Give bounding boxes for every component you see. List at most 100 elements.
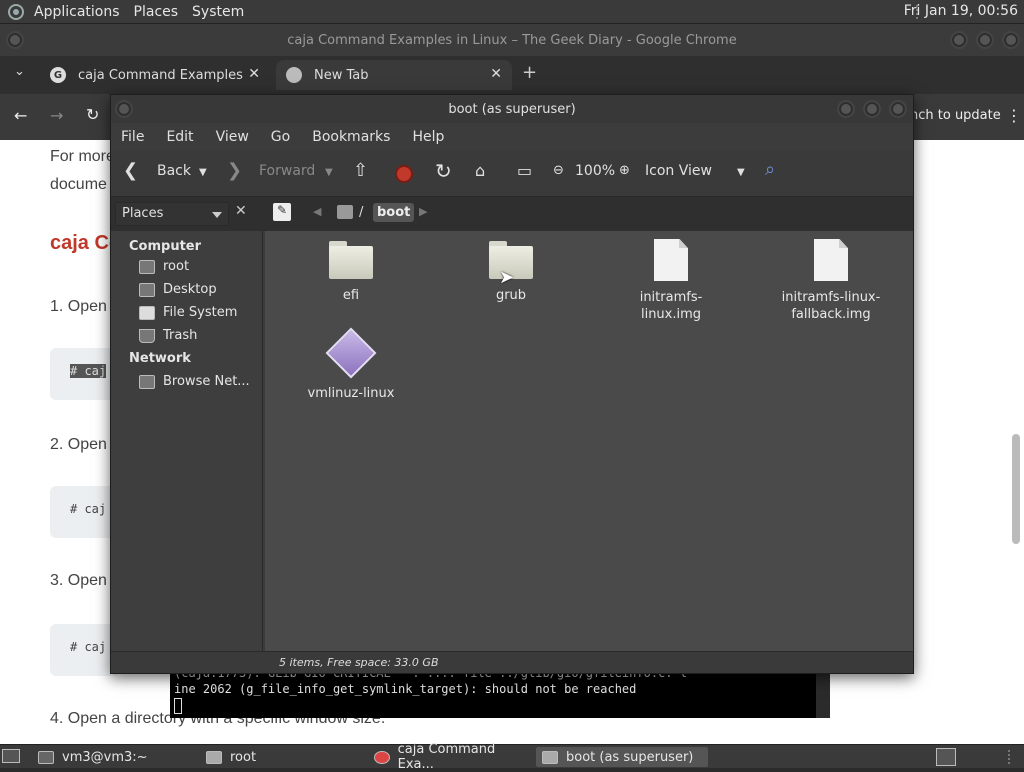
file-icon-view[interactable]: efi grub initramfs-linux.img initramfs-l… [265, 231, 913, 651]
places-menu[interactable]: Places [134, 4, 179, 20]
maximize-icon[interactable] [976, 31, 994, 49]
forward-arrow-icon[interactable]: ❯ [227, 160, 242, 181]
trash-icon [139, 328, 155, 343]
tab-search-icon[interactable]: ⌄ [14, 64, 25, 79]
forward-arrow-icon[interactable]: → [50, 106, 63, 125]
close-tab-icon[interactable]: ✕ [490, 66, 502, 82]
task-caja-boot[interactable]: boot (as superuser) [536, 747, 708, 767]
network-icon [139, 374, 155, 389]
menu-help[interactable]: Help [412, 129, 444, 145]
view-mode-select[interactable]: Icon View [645, 163, 712, 179]
back-history-dropdown-icon[interactable]: ▼ [199, 167, 207, 178]
sidebar-item-trash[interactable]: Trash [139, 328, 197, 343]
panel-grip [1008, 750, 1012, 764]
zoom-in-icon[interactable]: ⊕ [619, 163, 630, 178]
stop-icon[interactable] [395, 165, 413, 183]
file-name: vmlinuz-linux [307, 386, 395, 401]
tab-label: caja Command Examples in L [78, 67, 246, 83]
task-root-folder[interactable]: root [200, 747, 364, 767]
menu-edit[interactable]: Edit [166, 129, 193, 145]
new-tab-icon[interactable]: + [522, 62, 537, 83]
clock[interactable]: Fri Jan 19, 00:56 [904, 3, 1018, 19]
home-folder-icon [139, 259, 155, 274]
task-terminal[interactable]: vm3@vm3:~ [32, 747, 196, 767]
reload-icon[interactable]: ↻ [86, 105, 99, 124]
chrome-icon [286, 67, 302, 83]
top-panel: Applications Places System Fri Jan 19, 0… [0, 0, 1024, 24]
update-button[interactable]: nch to update [910, 108, 1001, 123]
up-icon[interactable]: ⇧ [353, 160, 368, 181]
zoom-out-icon[interactable]: ⊖ [553, 163, 564, 178]
file-item-initramfs-linux-fallback[interactable]: initramfs-linux-fallback.img [771, 239, 891, 323]
terminal-window[interactable]: (caja:1773): GLib-GIO-CRITICAL **: ...: … [170, 666, 830, 718]
terminal-scrollbar[interactable] [816, 670, 830, 718]
sidebar-heading-network: Network [129, 351, 191, 366]
bottom-panel: vm3@vm3:~ root caja Command Exa... boot … [0, 742, 1024, 772]
desktop-folder-icon [139, 282, 155, 297]
path-left-arrow-icon[interactable]: ◀ [313, 205, 321, 218]
tab-new-tab[interactable]: New Tab ✕ [276, 60, 512, 90]
geek-diary-favicon-icon: G [50, 67, 66, 83]
places-sidebar: Computer root Desktop File System Trash … [111, 231, 263, 651]
minimize-icon[interactable] [950, 31, 968, 49]
task-chrome[interactable]: caja Command Exa... [368, 742, 532, 772]
show-desktop-icon[interactable] [2, 749, 20, 763]
window-menu-icon[interactable] [6, 31, 24, 49]
close-icon[interactable] [1002, 31, 1020, 49]
forward-button[interactable]: Forward [259, 163, 315, 179]
sidebar-item-file-system[interactable]: File System [139, 305, 237, 320]
system-menu[interactable]: System [192, 4, 244, 20]
tab-caja-article[interactable]: G caja Command Examples in L ✕ [40, 60, 270, 90]
forward-history-dropdown-icon[interactable]: ▼ [325, 167, 333, 178]
status-bar-left [111, 651, 265, 673]
close-icon[interactable] [889, 100, 907, 118]
maximize-icon[interactable] [863, 100, 881, 118]
zoom-level[interactable]: 100% [575, 163, 615, 179]
close-sidebar-icon[interactable]: ✕ [235, 203, 247, 219]
edit-location-icon[interactable]: ✎ [273, 203, 291, 221]
drive-icon[interactable] [337, 205, 353, 219]
workspace-switcher[interactable] [936, 748, 956, 766]
caja-titlebar[interactable]: boot (as superuser) [111, 95, 913, 123]
terminal-icon [38, 750, 54, 764]
menu-go[interactable]: Go [271, 129, 290, 145]
mate-logo-icon[interactable] [8, 3, 24, 20]
computer-icon[interactable]: ▭ [517, 161, 532, 180]
menu-file[interactable]: File [121, 129, 144, 145]
drive-icon [139, 305, 155, 320]
page-scrollbar[interactable] [1012, 434, 1020, 544]
chrome-menu-icon[interactable]: ⋮ [1006, 106, 1022, 125]
window-menu-icon[interactable] [115, 100, 133, 118]
path-root[interactable]: / [359, 205, 363, 220]
file-icon [654, 239, 688, 281]
mouse-pointer-icon: ➤ [499, 267, 515, 288]
terminal-cursor [174, 698, 182, 714]
kernel-image-icon [325, 327, 377, 379]
sidebar-item-root[interactable]: root [139, 259, 189, 274]
sidebar-item-browse-network[interactable]: Browse Net... [139, 374, 250, 389]
chrome-tabbar: ⌄ G caja Command Examples in L ✕ New Tab… [0, 56, 1024, 94]
back-arrow-icon[interactable]: ← [14, 106, 27, 125]
minimize-icon[interactable] [837, 100, 855, 118]
path-current-button[interactable]: boot [373, 203, 415, 222]
back-arrow-icon[interactable]: ❮ [123, 160, 138, 181]
sidebar-type-select[interactable]: Places [115, 202, 229, 226]
path-right-arrow-icon[interactable]: ▶ [419, 205, 427, 218]
folder-icon [206, 750, 222, 764]
view-mode-dropdown-icon[interactable]: ▼ [737, 167, 745, 178]
sidebar-item-desktop[interactable]: Desktop [139, 282, 217, 297]
file-item-efi[interactable]: efi [291, 241, 411, 304]
close-tab-icon[interactable]: ✕ [248, 66, 260, 82]
reload-icon[interactable]: ↻ [435, 159, 452, 183]
file-item-initramfs-linux[interactable]: initramfs-linux.img [611, 239, 731, 323]
menu-view[interactable]: View [216, 129, 249, 145]
search-icon[interactable]: ⌕ [765, 159, 775, 180]
file-name: initramfs-linux-fallback.img [781, 290, 881, 322]
back-button[interactable]: Back [157, 163, 191, 179]
page-text: 2. Open [50, 436, 107, 453]
home-folder-icon[interactable]: ⌂ [475, 161, 485, 180]
menu-bookmarks[interactable]: Bookmarks [312, 129, 390, 145]
file-item-vmlinuz-linux[interactable]: vmlinuz-linux [291, 327, 411, 402]
applications-menu[interactable]: Applications [34, 4, 120, 20]
chrome-titlebar[interactable]: caja Command Examples in Linux – The Gee… [0, 24, 1024, 56]
